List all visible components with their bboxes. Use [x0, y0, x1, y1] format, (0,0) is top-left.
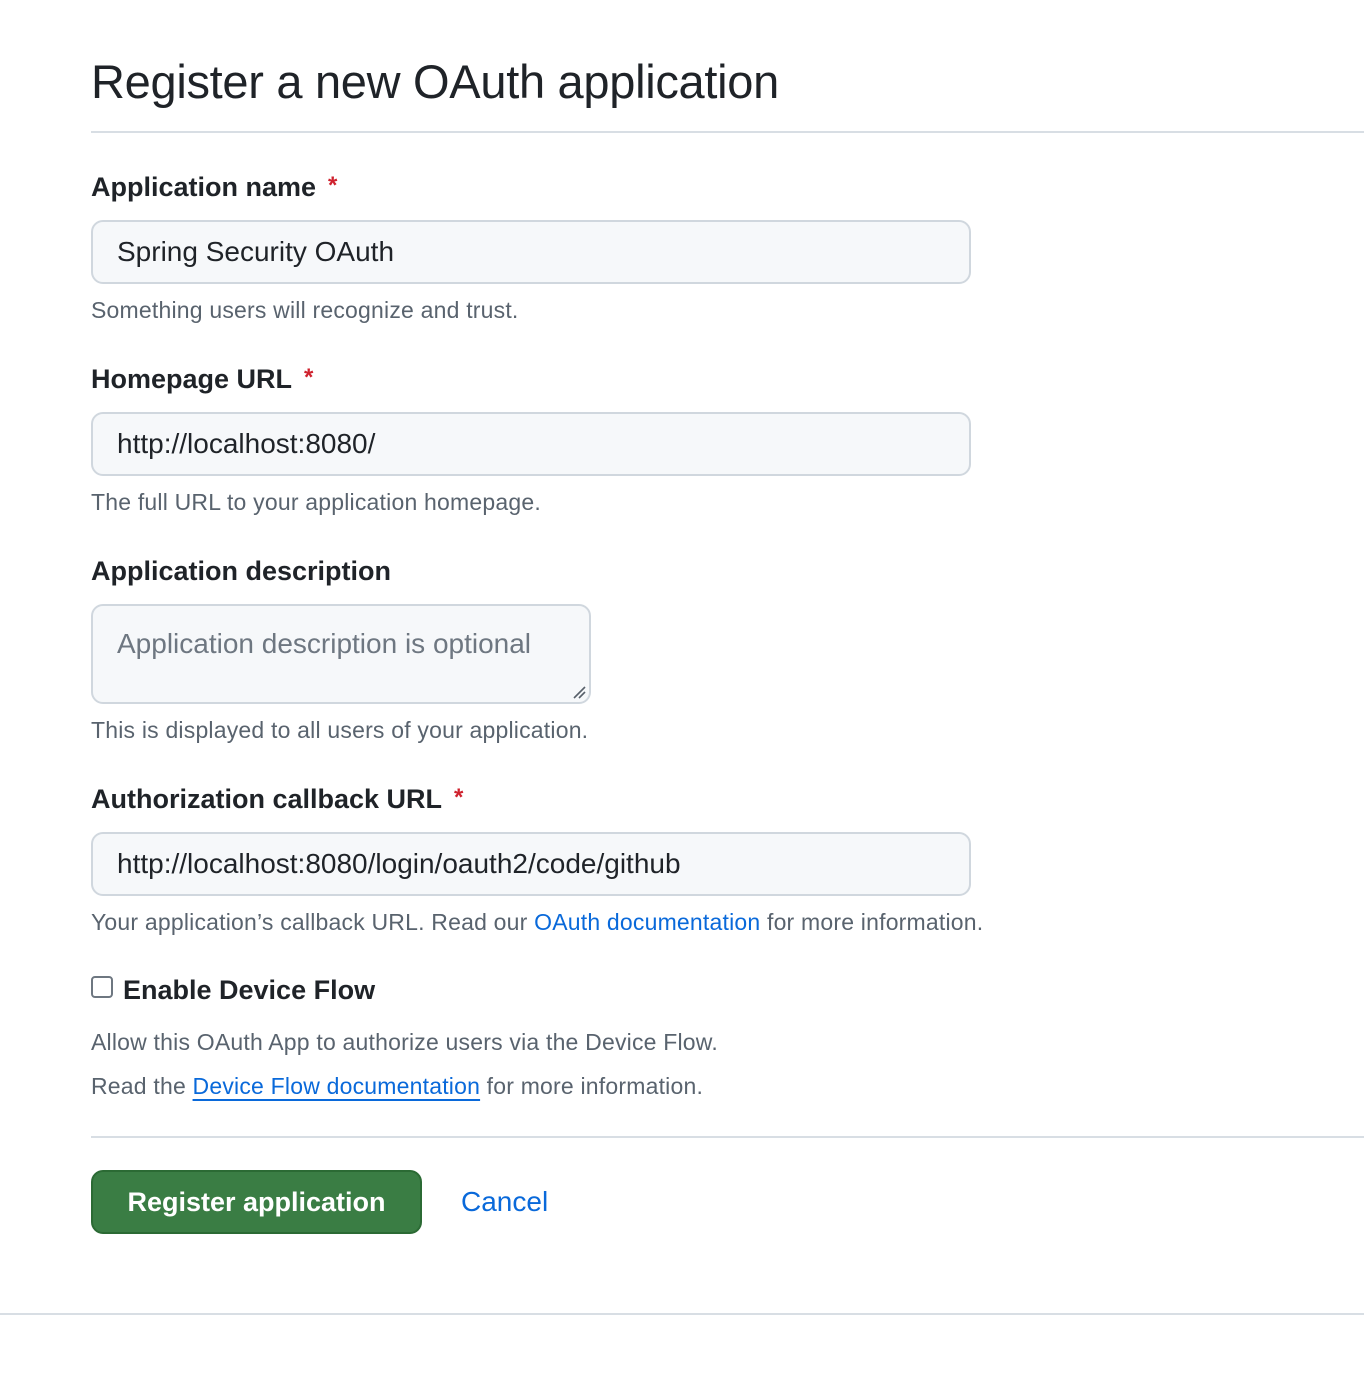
homepage-url-hint: The full URL to your application homepag…: [91, 489, 541, 515]
callback-hint-prefix: Your application’s callback URL. Read ou…: [91, 909, 535, 935]
device-flow-read-prefix: Read the: [91, 1073, 193, 1099]
device-flow-description: Allow this OAuth App to authorize users …: [91, 1029, 718, 1055]
footer-divider: [0, 1313, 1364, 1315]
description-textarea[interactable]: [91, 604, 591, 704]
description-hint: This is displayed to all users of your a…: [91, 717, 589, 743]
callback-url-label: Authorization callback URL *: [91, 781, 463, 819]
oauth-documentation-link[interactable]: OAuth documentation: [534, 909, 760, 935]
required-marker: *: [454, 784, 464, 811]
resize-handle-icon[interactable]: [572, 685, 586, 699]
description-label: Application description: [91, 553, 391, 589]
device-flow-label[interactable]: Enable Device Flow: [123, 975, 375, 1006]
required-marker: *: [328, 172, 338, 199]
app-name-input[interactable]: [91, 220, 971, 284]
device-flow-read-suffix: for more information.: [480, 1073, 704, 1099]
device-flow-documentation-link[interactable]: Device Flow documentation: [193, 1073, 481, 1099]
callback-hint-suffix: for more information.: [760, 909, 984, 935]
callback-url-label-text: Authorization callback URL: [91, 784, 443, 814]
cancel-link[interactable]: Cancel: [461, 1184, 548, 1220]
register-oauth-app-page: Register a new OAuth application Applica…: [0, 0, 1364, 1382]
device-flow-doc-hint: Read the Device Flow documentation for m…: [91, 1071, 703, 1101]
page-title: Register a new OAuth application: [91, 55, 779, 108]
app-name-hint: Something users will recognize and trust…: [91, 297, 519, 323]
homepage-url-label-text: Homepage URL: [91, 364, 293, 394]
title-divider: [91, 131, 1364, 133]
actions-divider: [91, 1136, 1364, 1138]
register-application-button[interactable]: Register application: [91, 1170, 422, 1234]
callback-url-input[interactable]: [91, 832, 971, 896]
callback-url-hint: Your application’s callback URL. Read ou…: [91, 907, 983, 937]
homepage-url-label: Homepage URL *: [91, 361, 313, 399]
homepage-url-input[interactable]: [91, 412, 971, 476]
device-flow-row[interactable]: Enable Device Flow: [91, 972, 375, 1008]
app-name-label-text: Application name: [91, 172, 317, 202]
required-marker: *: [304, 364, 314, 391]
device-flow-checkbox[interactable]: [91, 976, 113, 998]
app-name-label: Application name *: [91, 169, 337, 207]
description-label-text: Application description: [91, 556, 392, 586]
